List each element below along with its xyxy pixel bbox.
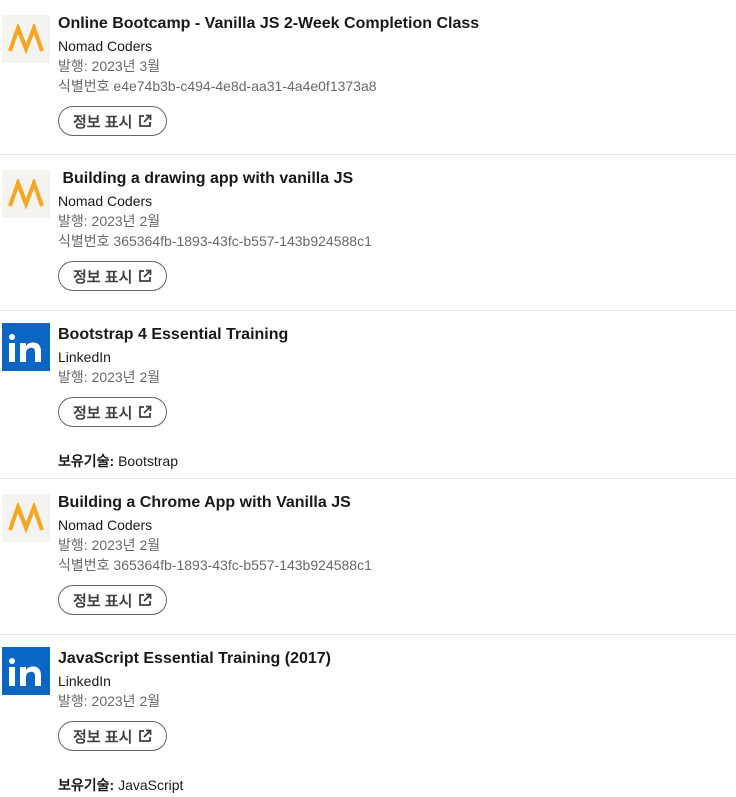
certificate-issuer[interactable]: Nomad Coders bbox=[58, 191, 728, 211]
certificate-item: Building a Chrome App with Vanilla JS No… bbox=[0, 479, 736, 635]
show-credential-label: 정보 표시 bbox=[73, 113, 133, 131]
certificate-skills: 보유기술: Bootstrap bbox=[58, 451, 728, 471]
certificate-issuer[interactable]: LinkedIn bbox=[58, 671, 728, 691]
certificate-issue-date: 발행: 2023년 3월 bbox=[58, 58, 161, 74]
linkedin-logo-icon[interactable] bbox=[2, 647, 50, 695]
certificate-content: Building a drawing app with vanilla JS N… bbox=[58, 167, 728, 291]
certificate-issue-date: 발행: 2023년 2월 bbox=[58, 213, 161, 229]
certificate-credential-id: 식별번호 365364fb-1893-43fc-b557-143b924588c… bbox=[58, 557, 372, 573]
certificate-issue-date: 발행: 2023년 2월 bbox=[58, 693, 161, 709]
certificate-skills: 보유기술: JavaScript bbox=[58, 775, 728, 795]
skills-label: 보유기술: bbox=[58, 453, 115, 469]
skills-label: 보유기술: bbox=[58, 777, 115, 793]
show-credential-label: 정보 표시 bbox=[73, 404, 133, 422]
certificate-title[interactable]: Bootstrap 4 Essential Training bbox=[58, 323, 728, 347]
external-link-icon bbox=[138, 593, 152, 607]
certificate-title[interactable]: Building a Chrome App with Vanilla JS bbox=[58, 491, 728, 515]
certificate-item: JavaScript Essential Training (2017) Lin… bbox=[0, 635, 736, 797]
certificate-item: Online Bootcamp - Vanilla JS 2-Week Comp… bbox=[0, 0, 736, 155]
certificate-issuer[interactable]: Nomad Coders bbox=[58, 515, 728, 535]
certificate-issue-date: 발행: 2023년 2월 bbox=[58, 369, 161, 385]
skills-value: Bootstrap bbox=[118, 453, 179, 469]
certificate-content: Bootstrap 4 Essential Training LinkedIn … bbox=[58, 323, 728, 471]
certificate-content: Online Bootcamp - Vanilla JS 2-Week Comp… bbox=[58, 12, 728, 136]
show-credential-label: 정보 표시 bbox=[73, 592, 133, 610]
certificate-item: Building a drawing app with vanilla JS N… bbox=[0, 155, 736, 311]
skills-value: JavaScript bbox=[118, 777, 184, 793]
nomad-coders-logo-icon[interactable] bbox=[2, 15, 50, 63]
nomad-coders-logo-icon[interactable] bbox=[2, 494, 50, 542]
external-link-icon bbox=[138, 405, 152, 419]
nomad-coders-logo-icon[interactable] bbox=[2, 170, 50, 218]
certificate-title[interactable]: Online Bootcamp - Vanilla JS 2-Week Comp… bbox=[58, 12, 728, 36]
certificate-item: Bootstrap 4 Essential Training LinkedIn … bbox=[0, 311, 736, 479]
certificate-content: Building a Chrome App with Vanilla JS No… bbox=[58, 491, 728, 615]
show-credential-button[interactable]: 정보 표시 bbox=[58, 261, 168, 291]
certificate-credential-id: 식별번호 e4e74b3b-c494-4e8d-aa31-4a4e0f1373a… bbox=[58, 78, 377, 94]
show-credential-label: 정보 표시 bbox=[73, 728, 133, 746]
external-link-icon bbox=[138, 729, 152, 743]
certificate-credential-id: 식별번호 365364fb-1893-43fc-b557-143b924588c… bbox=[58, 233, 372, 249]
certificate-title[interactable]: JavaScript Essential Training (2017) bbox=[58, 647, 728, 671]
show-credential-button[interactable]: 정보 표시 bbox=[58, 397, 168, 427]
external-link-icon bbox=[138, 114, 152, 128]
certificate-issue-date: 발행: 2023년 2월 bbox=[58, 537, 161, 553]
certificate-title[interactable]: Building a drawing app with vanilla JS bbox=[58, 167, 728, 191]
external-link-icon bbox=[138, 269, 152, 283]
linkedin-logo-icon[interactable] bbox=[2, 323, 50, 371]
show-credential-button[interactable]: 정보 표시 bbox=[58, 106, 168, 136]
certificate-issuer[interactable]: Nomad Coders bbox=[58, 36, 728, 56]
certificate-issuer[interactable]: LinkedIn bbox=[58, 347, 728, 367]
show-credential-button[interactable]: 정보 표시 bbox=[58, 585, 168, 615]
show-credential-button[interactable]: 정보 표시 bbox=[58, 721, 168, 751]
show-credential-label: 정보 표시 bbox=[73, 268, 133, 286]
certificate-content: JavaScript Essential Training (2017) Lin… bbox=[58, 647, 728, 795]
certificate-list: Online Bootcamp - Vanilla JS 2-Week Comp… bbox=[0, 0, 736, 797]
